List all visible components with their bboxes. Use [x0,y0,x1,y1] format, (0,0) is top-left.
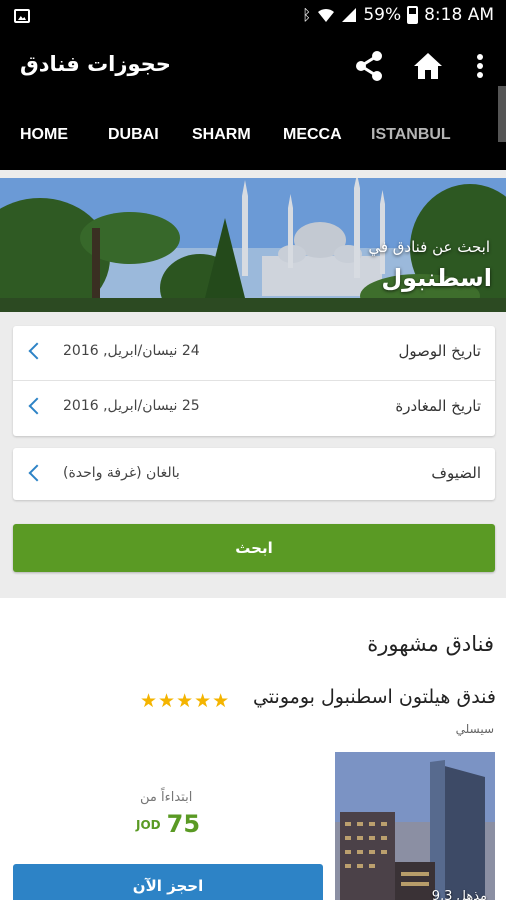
tab-istanbul[interactable]: ISTANBUL [371,126,451,144]
dates-card: تاريخ الوصول 24 نيسان/ابريل, 2016 تاريخ … [13,326,495,436]
departure-value: 25 نيسان/ابريل, 2016 [63,398,200,414]
hero-subtitle: ابحث عن فنادق في [368,238,490,256]
star-rating: ★★★★★ [140,690,231,712]
battery-icon [407,6,419,24]
search-button[interactable]: ابحث [13,524,495,572]
wifi-icon [318,8,335,22]
price: JOD 75 [136,810,200,838]
currency: JOD [136,818,161,832]
app-bar: حجوزات فنادق [0,34,506,100]
hotel-name[interactable]: فندق هيلتون اسطنبول بومونتي [253,686,496,708]
main-content[interactable]: ابحث عن فنادق في اسطنبول تاريخ الوصول 24… [0,170,506,900]
guests-row[interactable]: الضيوف بالغان (غرفة واحدة) [13,448,495,503]
departure-date-row[interactable]: تاريخ المغادرة 25 نيسان/ابريل, 2016 [13,381,495,436]
signal-icon [342,8,357,22]
clock: 8:18 AM [424,5,494,25]
hero-city: اسطنبول [381,264,492,292]
rating-badge: مذهل 9,3 [431,889,487,900]
chevron-left-icon [28,464,46,482]
home-icon[interactable] [412,50,444,82]
arrival-value: 24 نيسان/ابريل, 2016 [63,343,200,359]
hotel-photo[interactable]: مذهل 9,3 [335,752,495,900]
battery-percent: 59% [363,5,402,25]
tab-dubai[interactable]: DUBAI [108,126,159,144]
price-value: 75 [166,810,201,838]
guests-value: بالغان (غرفة واحدة) [63,465,180,481]
overflow-menu-icon[interactable] [470,50,490,82]
popular-hotels-section: فنادق مشهورة فندق هيلتون اسطنبول بومونتي… [0,598,506,900]
section-title: فنادق مشهورة [367,632,494,656]
chevron-left-icon [28,397,46,415]
book-now-button[interactable]: احجز الآن [13,864,323,900]
share-icon[interactable] [354,50,384,82]
bluetooth-icon: ᛒ [302,5,312,24]
hero-banner: ابحث عن فنادق في اسطنبول [0,178,506,312]
edge-panel-handle[interactable] [498,86,506,142]
tab-sharm[interactable]: SHARM [192,126,251,144]
status-bar: ᛒ 59% 8:18 AM [0,0,506,34]
departure-label: تاريخ المغادرة [395,397,481,415]
price-from-label: ابتداءاً من [140,790,193,805]
tab-home[interactable]: HOME [20,126,68,144]
hotel-building-image [335,752,495,900]
arrival-date-row[interactable]: تاريخ الوصول 24 نيسان/ابريل, 2016 [13,326,495,381]
guests-card: الضيوف بالغان (غرفة واحدة) [13,448,495,500]
app-title: حجوزات فنادق [20,52,171,76]
hotel-area: سيسلي [455,722,494,736]
arrival-label: تاريخ الوصول [398,342,482,360]
city-tabs: HOME DUBAI SHARM MECCA ISTANBUL [0,100,506,170]
tab-mecca[interactable]: MECCA [283,126,342,144]
guests-label: الضيوف [431,464,481,482]
gallery-notification-icon [14,9,30,23]
chevron-left-icon [28,342,46,360]
status-indicators: ᛒ 59% 8:18 AM [302,5,494,25]
